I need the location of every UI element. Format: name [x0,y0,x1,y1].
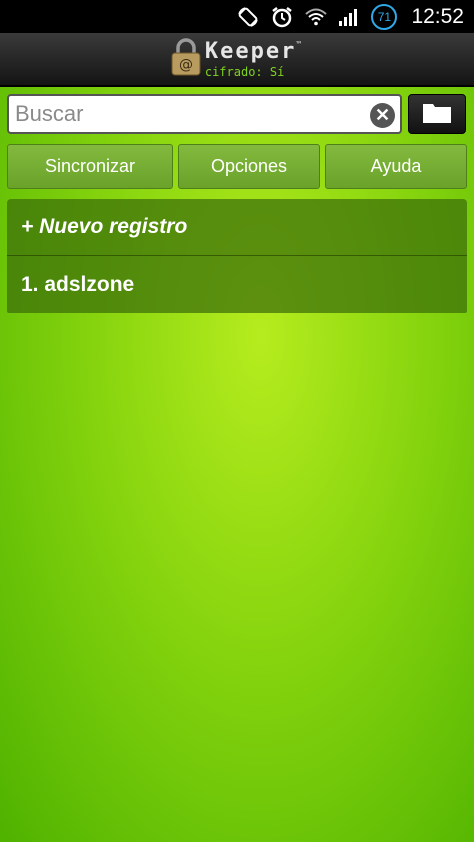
clock: 12:52 [411,4,464,28]
alarm-icon [271,6,293,28]
search-row: ✕ [7,94,467,134]
close-icon[interactable]: ✕ [370,103,395,128]
record-label: 1. adslzone [21,272,135,296]
search-box[interactable]: ✕ [7,94,402,134]
search-input[interactable] [9,100,357,128]
wifi-icon [305,8,328,26]
help-button-label: Ayuda [370,156,422,176]
options-button[interactable]: Opciones [178,144,320,189]
svg-text:@: @ [179,57,193,73]
sync-button-label: Sincronizar [44,156,136,176]
battery-level: 71 [377,9,392,24]
signal-icon [339,8,359,26]
new-record-label: + Nuevo registro [21,215,188,238]
records-list: + Nuevo registro 1. adslzone [7,199,467,313]
options-button-label: Opciones [210,156,288,176]
trademark: ™ [296,39,304,49]
rotate-icon [237,6,259,28]
app-logo: @ Keeper™ cifrado: Sí [171,37,304,81]
new-record-button[interactable]: + Nuevo registro [7,199,467,256]
encryption-status: cifrado: Sí [204,64,285,79]
list-item[interactable]: 1. adslzone [7,256,467,313]
battery-icon: 71 [371,3,398,30]
app-title: Keeper [204,38,297,64]
app-header: @ Keeper™ cifrado: Sí [0,33,474,87]
toolbar: Sincronizar Opciones Ayuda [7,144,467,189]
status-bar: 71 12:52 [0,0,474,33]
folder-button[interactable] [408,94,466,134]
help-button[interactable]: Ayuda [325,144,467,189]
sync-button[interactable]: Sincronizar [7,144,173,189]
lock-icon: @ [171,37,201,81]
folder-icon [422,100,452,129]
